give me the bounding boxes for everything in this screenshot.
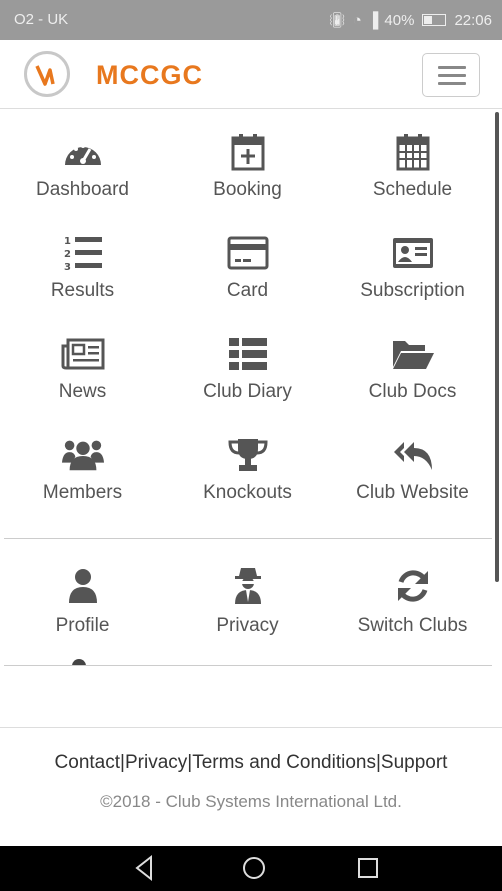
menu-label: Members xyxy=(42,482,123,503)
menu-results[interactable]: 1 2 3 Results xyxy=(0,223,165,324)
footer-links: Contact|Privacy|Terms and Conditions|Sup… xyxy=(54,752,448,773)
menu-booking[interactable]: Booking xyxy=(165,122,330,223)
menu-label: Profile xyxy=(55,615,110,636)
menu-club-docs[interactable]: Club Docs xyxy=(330,324,495,425)
status-bar: O2 - UK 📳︎ ◔ ▐ 40% 22:06 xyxy=(0,0,502,40)
status-icons: 📳︎ ◔ ▐ 40% 22:06 xyxy=(327,11,492,30)
menu-schedule[interactable]: Schedule xyxy=(330,122,495,223)
contact-link[interactable]: Contact xyxy=(55,752,120,773)
menu-label: Club Docs xyxy=(368,381,457,402)
menu-label: Subscription xyxy=(360,280,465,301)
refresh-icon xyxy=(391,566,435,606)
menu-label: Knockouts xyxy=(203,482,292,503)
battery-percent: 40% xyxy=(384,11,415,29)
privacy-link[interactable]: Privacy xyxy=(125,752,187,773)
scrollbar[interactable] xyxy=(495,112,499,582)
account-menu-grid: Profile Privacy Switch Clubs xyxy=(0,550,495,660)
ordered-list-icon: 1 2 3 xyxy=(61,233,105,273)
menu-label: Results xyxy=(50,280,115,301)
back-icon[interactable] xyxy=(133,854,155,882)
menu-label: Schedule xyxy=(372,179,453,200)
android-nav-bar xyxy=(0,846,502,891)
copyright: ©2018 - Club Systems International Ltd. xyxy=(100,792,402,811)
carrier-name: O2 - UK xyxy=(14,11,69,28)
menu-label: Switch Clubs xyxy=(357,615,468,636)
reply-all-icon xyxy=(391,435,435,475)
cut-off-icon xyxy=(62,657,108,665)
menu-club-diary[interactable]: Club Diary xyxy=(165,324,330,425)
brand-name[interactable]: MCCGC xyxy=(96,60,203,91)
menu-members[interactable]: Members xyxy=(0,425,165,526)
menu-dashboard[interactable]: Dashboard xyxy=(0,122,165,223)
calendar-grid-icon xyxy=(391,132,435,172)
user-icon xyxy=(61,566,105,606)
menu-news[interactable]: News xyxy=(0,324,165,425)
wifi-icon: ◔ xyxy=(352,11,362,29)
svg-text:1: 1 xyxy=(64,236,71,247)
trophy-icon xyxy=(226,435,270,475)
signal-icon: ▐ xyxy=(367,11,379,29)
recents-icon[interactable] xyxy=(355,854,381,882)
folder-open-icon xyxy=(391,334,435,374)
menu-knockouts[interactable]: Knockouts xyxy=(165,425,330,526)
terms-link[interactable]: Terms and Conditions xyxy=(192,752,376,773)
vibrate-icon: 📳︎ xyxy=(327,12,347,29)
menu-subscription[interactable]: Subscription xyxy=(330,223,495,324)
newspaper-icon xyxy=(61,334,105,374)
menu-card[interactable]: Card xyxy=(165,223,330,324)
menu-club-website[interactable]: Club Website xyxy=(330,425,495,526)
list-icon xyxy=(226,334,270,374)
main-menu-grid: Dashboard Booking Schedule 1 2 3 Results C… xyxy=(0,122,495,526)
svg-text:3: 3 xyxy=(64,262,71,272)
menu-label: Dashboard xyxy=(36,179,129,200)
support-link[interactable]: Support xyxy=(381,752,448,773)
footer-divider xyxy=(0,727,502,728)
calendar-plus-icon xyxy=(226,132,270,172)
menu-switch-clubs[interactable]: Switch Clubs xyxy=(330,550,495,660)
menu-label: Club Diary xyxy=(203,381,292,402)
menu-profile[interactable]: Profile xyxy=(0,550,165,660)
users-icon xyxy=(61,435,105,475)
svg-text:2: 2 xyxy=(64,249,71,260)
section-divider xyxy=(4,538,492,539)
home-icon[interactable] xyxy=(240,854,268,882)
menu-label: Club Website xyxy=(356,482,469,503)
hamburger-menu-button[interactable] xyxy=(422,53,480,97)
id-card-icon xyxy=(391,233,435,273)
menu-label: Privacy xyxy=(216,615,279,636)
menu-label: Booking xyxy=(213,179,282,200)
club-logo[interactable] xyxy=(24,51,70,97)
credit-card-icon xyxy=(226,233,270,273)
app-header: MCCGC xyxy=(0,40,502,109)
menu-label: News xyxy=(58,381,107,402)
dashboard-icon xyxy=(61,132,105,172)
menu-privacy[interactable]: Privacy xyxy=(165,550,330,660)
clock: 22:06 xyxy=(454,11,492,29)
section-divider xyxy=(4,665,492,666)
user-secret-icon xyxy=(226,566,270,606)
menu-label: Card xyxy=(226,280,269,301)
battery-icon xyxy=(422,14,447,26)
